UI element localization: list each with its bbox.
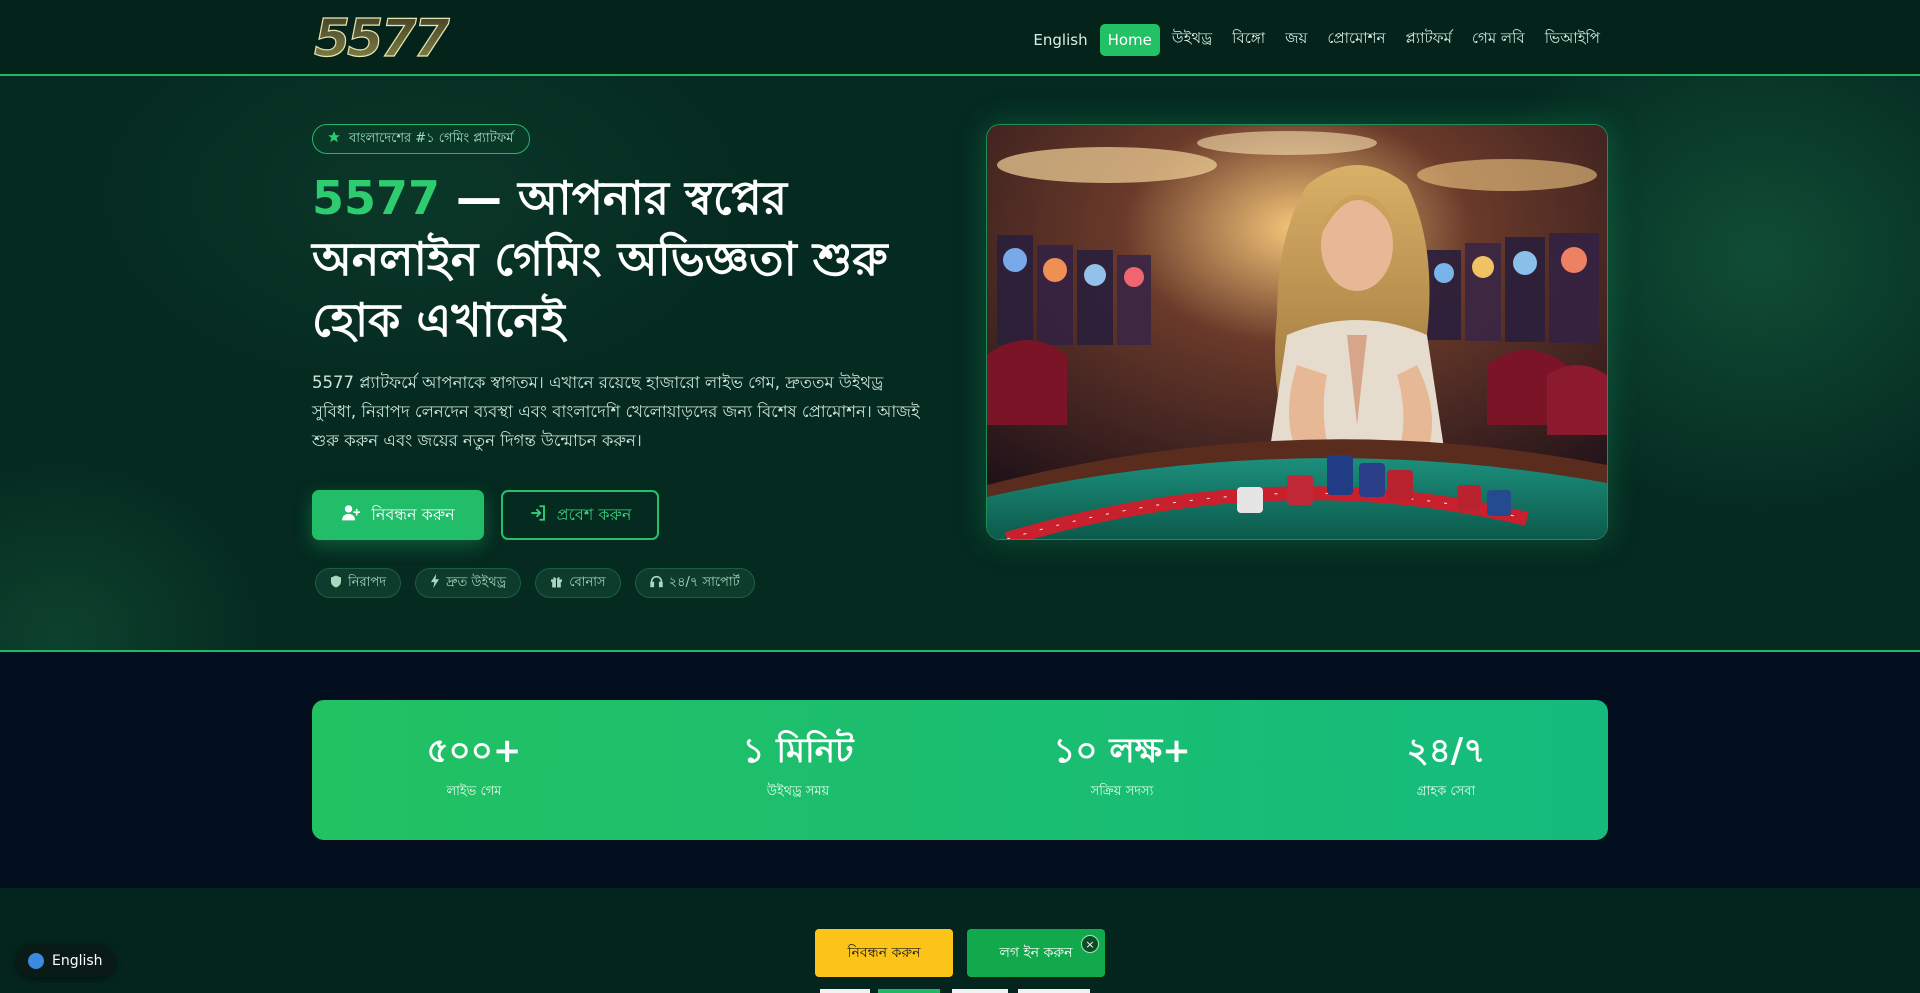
nav-item-vip[interactable]: ভিআইপি [1537, 20, 1608, 59]
site-logo[interactable]: 5577 [312, 12, 508, 60]
stats-card: ৫০০+ লাইভ গেম ১ মিনিট উইথড্র সময় ১০ লক্… [312, 700, 1608, 840]
register-button-label: নিবন্ধন করুন [371, 504, 455, 524]
pill-bonus: বোনাস [535, 568, 621, 598]
peek-tab [820, 989, 870, 993]
site-header: 5577 English Home উইথড্র বিঙ্গো জয় প্রো… [0, 0, 1920, 76]
main-nav: English Home উইথড্র বিঙ্গো জয় প্রোমোশন … [1025, 20, 1608, 59]
headset-icon [649, 575, 663, 592]
hero-casino-image [986, 124, 1608, 540]
gift-icon [550, 575, 563, 592]
pill-support-label: ২৪/৭ সাপোর্ট [668, 574, 740, 590]
nav-item-english[interactable]: English [1025, 24, 1095, 56]
casino-scene-illustration [987, 125, 1607, 539]
nav-item-platform[interactable]: প্ল্যাটফর্ম [1398, 20, 1460, 59]
pill-fast-withdraw: দ্রুত উইথড্র [415, 568, 522, 598]
peek-tab [952, 989, 1008, 993]
peek-tab [1018, 989, 1090, 993]
hero-description: 5577 প্ল্যাটফর্মে আপনাকে স্বাগতম। এখানে … [312, 373, 920, 450]
pill-safe-label: নিরাপদ [348, 574, 387, 590]
pill-fast-withdraw-label: দ্রুত উইথড্র [446, 574, 507, 590]
login-button[interactable]: প্রবেশ করুন [501, 490, 659, 540]
nav-item-game-lobby[interactable]: গেম লবি [1464, 20, 1533, 59]
nav-item-home[interactable]: Home [1099, 23, 1160, 56]
feature-pills: নিরাপদ দ্রুত উইথড্র বোনাস ২৪/৭ সাপোর্ট [315, 568, 755, 598]
pill-safe: নিরাপদ [315, 568, 402, 598]
register-button[interactable]: নিবন্ধন করুন [312, 490, 484, 540]
stat-value: ১০ লক্ষ+ [1053, 731, 1191, 771]
shield-icon [330, 575, 342, 592]
star-icon [327, 130, 341, 148]
stat-live-games: ৫০০+ লাইভ গেম [312, 700, 636, 840]
stat-value: ২৪/৭ [1406, 731, 1486, 771]
peek-tab [878, 989, 940, 993]
stat-value: ৫০০+ [426, 731, 522, 771]
bottom-section [0, 888, 1920, 993]
stat-label: লাইভ গেম [446, 784, 502, 799]
svg-text:5577: 5577 [314, 12, 451, 60]
language-switch[interactable]: English [16, 945, 115, 977]
nav-item-win[interactable]: জয় [1277, 20, 1315, 59]
pill-support: ২৪/৭ সাপোর্ট [634, 568, 755, 598]
stat-active-members: ১০ লক্ষ+ সক্রিয় সদস্য [960, 700, 1284, 840]
pill-bonus-label: বোনাস [569, 574, 606, 590]
sign-in-icon [529, 504, 547, 526]
stat-withdraw-time: ১ মিনিট উইথড্র সময় [636, 700, 960, 840]
stat-label: সক্রিয় সদস্য [1090, 784, 1154, 799]
user-plus-icon [341, 504, 361, 526]
nav-item-promotion[interactable]: প্রোমোশন [1319, 20, 1393, 59]
language-switch-label: English [52, 953, 103, 969]
stat-label: উইথড্র সময় [766, 784, 830, 799]
sticky-register-button[interactable]: নিবন্ধন করুন [815, 929, 953, 977]
login-button-label: প্রবেশ করুন [556, 504, 632, 524]
stat-label: গ্রাহক সেবা [1416, 784, 1476, 799]
hero-tag-text: বাংলাদেশের #১ গেমিং প্ল্যাটফর্ম [349, 130, 514, 146]
stats-section: ৫০০+ লাইভ গেম ১ মিনিট উইথড্র সময় ১০ লক্… [0, 652, 1920, 888]
hero-title: 5577 — আপনার স্বপ্নের অনলাইন গেমিং অভিজ্… [312, 168, 912, 351]
hero-title-brand: 5577 [312, 171, 441, 225]
hero-tag: বাংলাদেশের #১ গেমিং প্ল্যাটফর্ম [312, 124, 531, 154]
close-icon[interactable]: × [1081, 935, 1099, 953]
globe-icon [28, 953, 44, 969]
hero-section: বাংলাদেশের #১ গেমিং প্ল্যাটফর্ম 5577 — আ… [0, 76, 1920, 652]
bolt-icon [430, 574, 440, 592]
stat-value: ১ মিনিট [742, 731, 854, 771]
nav-item-bingo[interactable]: বিঙ্গো [1224, 20, 1273, 59]
nav-item-withdraw[interactable]: উইথড্র [1164, 20, 1220, 59]
stat-customer-service: ২৪/৭ গ্রাহক সেবা [1284, 700, 1608, 840]
